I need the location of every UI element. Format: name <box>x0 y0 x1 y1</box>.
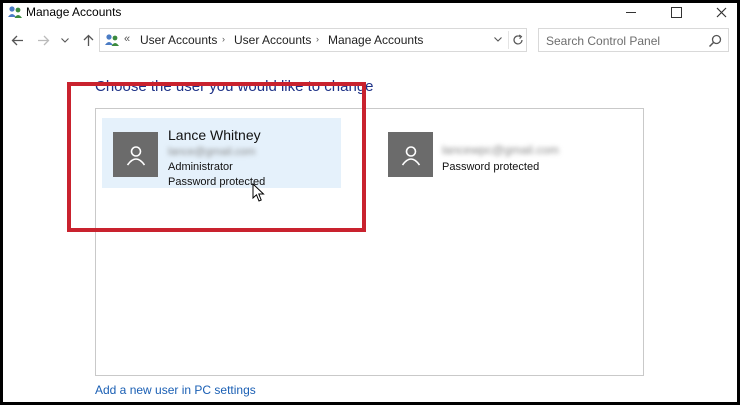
highlight-box <box>67 82 366 232</box>
close-icon <box>716 7 726 17</box>
maximize-icon <box>670 6 682 18</box>
breadcrumb-user-accounts-1[interactable]: User Accounts <box>140 33 217 47</box>
user-avatar-icon <box>388 132 433 177</box>
address-bar[interactable]: « User Accounts › User Accounts › Manage… <box>99 28 527 52</box>
address-dropdown-button[interactable] <box>494 34 502 44</box>
refresh-icon <box>513 34 523 45</box>
window-title: Manage Accounts <box>26 5 122 19</box>
refresh-button[interactable] <box>508 31 527 49</box>
search-icon[interactable] <box>708 34 722 48</box>
back-button[interactable] <box>7 28 27 52</box>
breadcrumb-user-accounts-2[interactable]: User Accounts <box>234 33 311 47</box>
breadcrumb-manage-accounts[interactable]: Manage Accounts <box>328 33 423 47</box>
account-email: lancewpc@gmail.com <box>442 143 559 157</box>
window: Manage Accounts « User Accounts › User A… <box>3 3 737 402</box>
up-button[interactable] <box>79 28 97 52</box>
back-arrow-icon <box>11 35 23 45</box>
breadcrumb-overflow[interactable]: « <box>124 33 130 45</box>
recent-locations-button[interactable] <box>58 28 72 52</box>
breadcrumb-separator[interactable]: › <box>222 34 225 44</box>
minimize-button[interactable] <box>608 3 654 21</box>
search-box[interactable]: Search Control Panel <box>538 28 729 52</box>
title-bar: Manage Accounts <box>3 3 737 23</box>
breadcrumb-separator[interactable]: › <box>316 34 319 44</box>
chevron-down-icon <box>494 37 502 42</box>
account-status: Password protected <box>442 161 540 173</box>
maximize-button[interactable] <box>653 3 699 21</box>
navigation-bar: « User Accounts › User Accounts › Manage… <box>3 28 737 54</box>
add-user-link[interactable]: Add a new user in PC settings <box>95 383 256 397</box>
close-button[interactable] <box>698 3 737 21</box>
forward-button[interactable] <box>33 28 53 52</box>
up-arrow-icon <box>83 34 93 46</box>
account-tile-second-user[interactable]: lancewpc@gmail.com Password protected <box>384 118 614 188</box>
mouse-cursor-icon <box>252 183 265 202</box>
users-icon <box>104 33 120 47</box>
forward-arrow-icon <box>37 35 49 45</box>
minimize-icon <box>626 11 636 13</box>
search-input[interactable]: Search Control Panel <box>546 34 660 48</box>
chevron-down-icon <box>61 37 69 43</box>
users-icon <box>7 5 23 19</box>
